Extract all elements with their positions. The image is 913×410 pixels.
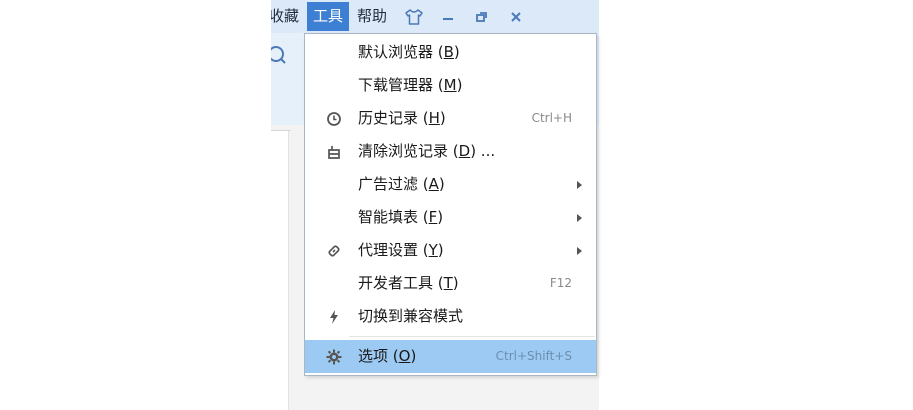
eraser-icon xyxy=(325,143,343,161)
menu-item-clear-history[interactable]: 清除浏览记录 (D) ... xyxy=(305,135,596,168)
menu-bar: 收藏 工具 帮助 xyxy=(271,0,599,33)
menu-favorites[interactable]: 收藏 xyxy=(271,2,299,31)
menu-item-label: 清除浏览记录 (D) ... xyxy=(358,142,496,160)
submenu-arrow-icon xyxy=(577,181,582,189)
menu-item-label: 智能填表 (F) xyxy=(358,208,444,226)
menu-item-download-manager[interactable]: 下载管理器 (M) xyxy=(305,69,596,102)
menu-item-ad-filter[interactable]: 广告过滤 (A) xyxy=(305,168,596,201)
menu-item-compat-mode[interactable]: 切换到兼容模式 xyxy=(305,300,596,333)
menu-tools[interactable]: 工具 xyxy=(307,2,350,31)
menu-item-label: 代理设置 (Y) xyxy=(358,241,444,259)
tools-dropdown-menu: 默认浏览器 (B) 下载管理器 (M) 历史记录 (H) Ctrl+H 清除浏览… xyxy=(304,33,597,376)
submenu-arrow-icon xyxy=(577,214,582,222)
close-icon[interactable] xyxy=(499,2,533,31)
shortcut-label: Ctrl+Shift+S xyxy=(495,349,572,363)
menu-item-label: 历史记录 (H) xyxy=(358,109,446,127)
menu-item-developer-tools[interactable]: 开发者工具 (T) F12 xyxy=(305,267,596,300)
menu-item-options[interactable]: 选项 (O) Ctrl+Shift+S xyxy=(305,340,596,373)
restore-icon[interactable] xyxy=(465,2,499,31)
menu-item-label: 默认浏览器 (B) xyxy=(358,43,460,61)
shortcut-label: Ctrl+H xyxy=(531,111,572,125)
menu-help[interactable]: 帮助 xyxy=(353,2,391,31)
menu-item-autofill[interactable]: 智能填表 (F) xyxy=(305,201,596,234)
shortcut-label: F12 xyxy=(549,276,572,290)
gear-icon xyxy=(325,348,343,366)
clock-icon xyxy=(325,110,343,128)
menu-item-proxy-settings[interactable]: 代理设置 (Y) xyxy=(305,234,596,267)
menu-item-label: 选项 (O) xyxy=(358,347,417,365)
menu-item-default-browser[interactable]: 默认浏览器 (B) xyxy=(305,36,596,69)
submenu-arrow-icon xyxy=(577,247,582,255)
tshirt-icon[interactable] xyxy=(397,2,431,31)
lightning-icon xyxy=(325,308,343,326)
menu-item-label: 下载管理器 (M) xyxy=(358,76,463,94)
menu-item-label: 切换到兼容模式 xyxy=(358,307,464,325)
link-icon xyxy=(325,242,343,260)
menu-separator xyxy=(349,336,595,337)
search-icon[interactable] xyxy=(271,42,291,68)
content-panel xyxy=(271,131,289,410)
minimize-icon[interactable] xyxy=(431,2,465,31)
menu-item-label: 广告过滤 (A) xyxy=(358,175,445,193)
menu-item-label: 开发者工具 (T) xyxy=(358,274,459,292)
menu-item-history[interactable]: 历史记录 (H) Ctrl+H xyxy=(305,102,596,135)
